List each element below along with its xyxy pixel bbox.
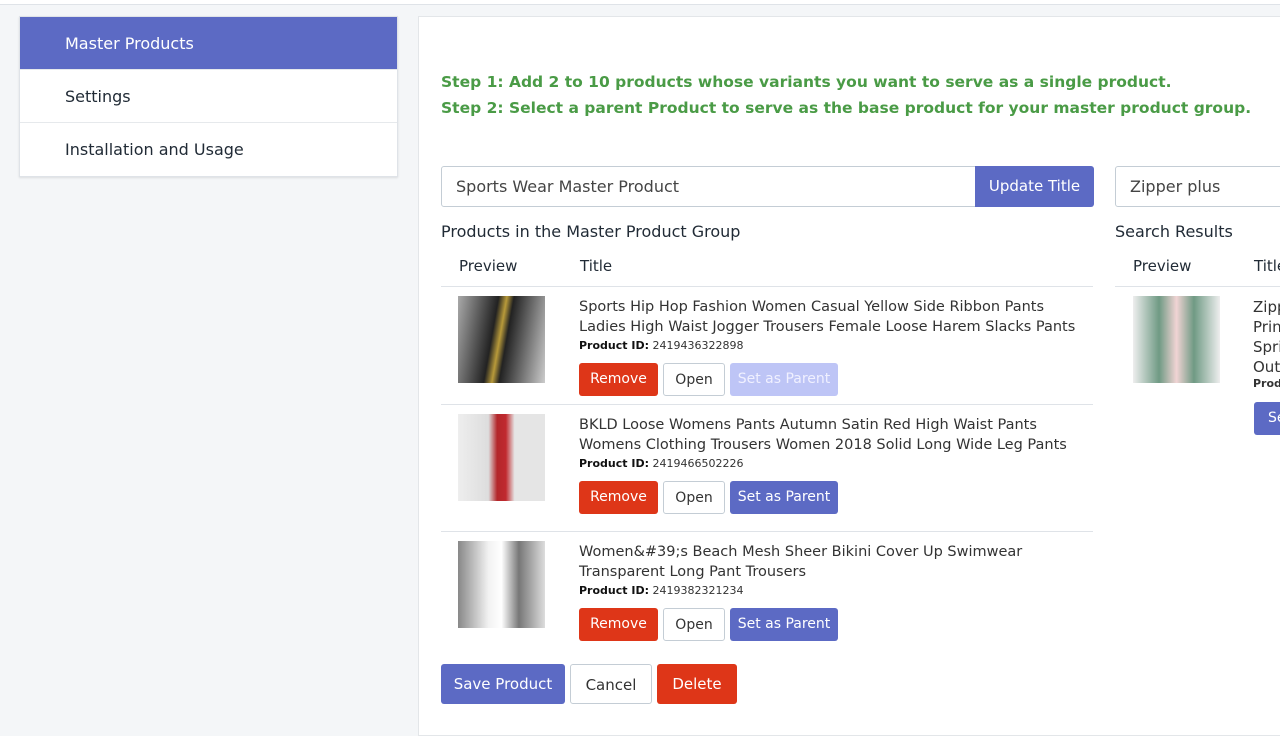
sidebar-item-master-products[interactable]: Master Products <box>20 17 397 70</box>
save-product-button[interactable]: Save Product <box>441 664 565 704</box>
title-line: Zipp <box>1253 298 1280 316</box>
product-thumbnail[interactable] <box>458 296 545 383</box>
product-id-label: Product ID: <box>579 584 649 597</box>
open-button[interactable]: Open <box>663 481 725 514</box>
open-button[interactable]: Open <box>663 608 725 641</box>
product-id-value: 2419382321234 <box>652 584 744 597</box>
product-id: Product ID: 2419382321234 <box>579 584 743 597</box>
title-line: Prin <box>1253 318 1280 336</box>
search-column-preview: Preview <box>1133 257 1192 275</box>
remove-button[interactable]: Remove <box>579 363 658 396</box>
product-thumbnail[interactable] <box>458 414 545 501</box>
title-line: Out <box>1253 358 1280 376</box>
remove-button[interactable]: Remove <box>579 608 658 641</box>
remove-button[interactable]: Remove <box>579 481 658 514</box>
product-title: Women&#39;s Beach Mesh Sheer Bikini Cove… <box>579 544 1023 580</box>
set-as-parent-button[interactable]: Set as Parent <box>730 481 838 514</box>
delete-button[interactable]: Delete <box>657 664 737 704</box>
step-2: Step 2: Select a parent Product to serve… <box>441 99 1252 117</box>
column-title: Title <box>580 257 613 275</box>
column-preview: Preview <box>459 257 518 275</box>
product-id: Product ID: 2419436322898 <box>579 339 743 352</box>
set-as-parent-button[interactable]: Set as Parent <box>730 608 838 641</box>
product-title: Sports Hip Hop Fashion Women Casual Yell… <box>579 299 1076 335</box>
main-panel: Step 1: Add 2 to 10 products whose varia… <box>418 16 1280 736</box>
sidebar-item-installation[interactable]: Installation and Usage <box>20 123 397 176</box>
product-id-value: 2419466502226 <box>652 457 744 470</box>
cancel-button[interactable]: Cancel <box>570 664 652 704</box>
product-id: Product ID: 2419466502226 <box>579 457 743 470</box>
search-input[interactable] <box>1115 166 1280 207</box>
sidebar-item-settings[interactable]: Settings <box>20 70 397 123</box>
open-button[interactable]: Open <box>663 363 725 396</box>
search-result-thumbnail[interactable] <box>1133 296 1220 383</box>
divider <box>1115 286 1280 287</box>
top-bar <box>0 0 1280 5</box>
search-column-title: Title <box>1254 257 1280 275</box>
product-id-label: Product ID: <box>579 339 649 352</box>
product-thumbnail[interactable] <box>458 541 545 628</box>
table-row: Sports Hip Hop Fashion Women Casual Yell… <box>441 287 1093 405</box>
product-id-label: Prod <box>1253 377 1280 390</box>
product-id-value: 2419436322898 <box>652 339 744 352</box>
instructions: Step 1: Add 2 to 10 products whose varia… <box>441 69 1251 121</box>
table-row: Women&#39;s Beach Mesh Sheer Bikini Cove… <box>441 532 1093 650</box>
update-title-button[interactable]: Update Title <box>975 166 1094 207</box>
product-title: BKLD Loose Womens Pants Autumn Satin Red… <box>579 417 1067 453</box>
set-as-parent-button: Set as Parent <box>730 363 838 396</box>
search-result-title: Zipp Prin Spri Out Prod <box>1253 297 1280 391</box>
search-results-heading: Search Results <box>1115 222 1233 241</box>
group-heading: Products in the Master Product Group <box>441 222 741 241</box>
step-1: Step 1: Add 2 to 10 products whose varia… <box>441 73 1172 91</box>
table-row: BKLD Loose Womens Pants Autumn Satin Red… <box>441 405 1093 532</box>
product-id-label: Product ID: <box>579 457 649 470</box>
sidebar: Master Products Settings Installation an… <box>19 16 398 177</box>
master-title-input[interactable] <box>441 166 976 207</box>
search-result-set-button[interactable]: Se <box>1254 402 1280 435</box>
title-line: Spri <box>1253 338 1280 356</box>
